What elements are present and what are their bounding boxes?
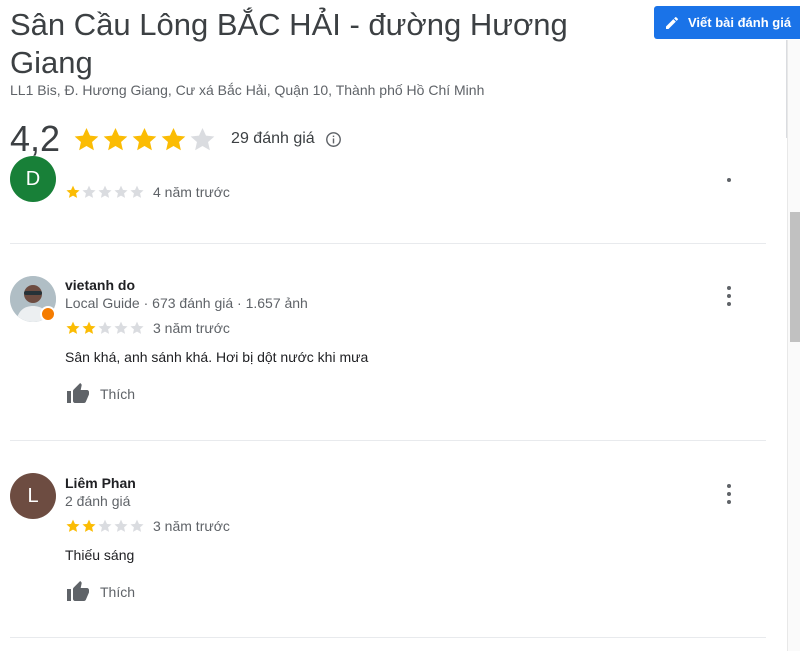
pencil-icon [666, 16, 678, 29]
scrollbar-track[interactable] [787, 40, 800, 651]
place-address: LL1 Bis, Đ. Hương Giang, Cư xá Bắc Hải, … [10, 82, 485, 98]
star-empty-icon [98, 321, 112, 334]
star-empty-icon [130, 321, 144, 334]
more-options-icon[interactable] [722, 286, 736, 306]
like-label: Thích [100, 584, 136, 600]
review-item: vietanh do Local Guide · 673 đánh giá · … [10, 274, 770, 414]
star-empty-icon [130, 185, 144, 198]
review-stars [65, 184, 145, 200]
reviewer-name[interactable]: vietanh do [65, 277, 135, 293]
avatar-initial: L [27, 484, 39, 507]
write-review-label: Viết bài đánh giá [688, 15, 792, 30]
star-icon [82, 519, 96, 532]
review-count[interactable]: 29 đánh giá [231, 130, 315, 148]
info-icon[interactable] [325, 131, 342, 148]
star-empty-icon [98, 519, 112, 532]
star-empty-icon [82, 185, 96, 198]
reviewer-name[interactable]: Liêm Phan [65, 475, 136, 491]
divider [10, 440, 766, 441]
star-empty-icon [114, 185, 128, 198]
review-text: Sân khá, anh sánh khá. Hơi bị dột nước k… [65, 349, 369, 365]
review-text: Thiếu sáng [65, 547, 135, 563]
star-empty-icon [114, 321, 128, 334]
like-label: Thích [100, 386, 136, 402]
star-empty-icon [114, 519, 128, 532]
review-stars [65, 518, 145, 534]
star-icon [66, 185, 80, 198]
review-time: 3 năm trước [153, 518, 230, 534]
review-time: 3 năm trước [153, 320, 230, 336]
review-item: L Liêm Phan 2 đánh giá 3 năm trước Thiếu… [10, 472, 770, 612]
like-button[interactable]: Thích [65, 382, 135, 406]
review-time: 4 năm trước [153, 184, 230, 200]
scrollbar-thumb[interactable] [790, 212, 800, 342]
star-icon [66, 519, 80, 532]
write-review-button[interactable]: Viết bài đánh giá [654, 6, 800, 39]
reviewer-meta: Local Guide · 673 đánh giá · 1.657 ảnh [65, 295, 308, 311]
thumbs-up-icon [67, 383, 89, 403]
more-options-icon[interactable] [722, 484, 736, 504]
divider [10, 637, 766, 638]
star-empty-icon [98, 185, 112, 198]
local-guide-badge-icon [40, 306, 56, 322]
divider [10, 243, 766, 244]
thumbs-up-icon [67, 581, 89, 601]
star-icon [82, 321, 96, 334]
avatar-initial: D [25, 167, 41, 190]
more-options-icon[interactable] [722, 178, 736, 186]
star-empty-icon [130, 519, 144, 532]
avatar[interactable]: L [10, 473, 56, 519]
star-icon [66, 321, 80, 334]
review-stars [65, 320, 145, 336]
place-title: Sân Cầu Lông BẮC HẢI - đường Hương Giang [10, 7, 568, 80]
clip-spacer [0, 160, 780, 170]
reviewer-meta: 2 đánh giá [65, 493, 131, 509]
like-button[interactable]: Thích [65, 580, 135, 604]
